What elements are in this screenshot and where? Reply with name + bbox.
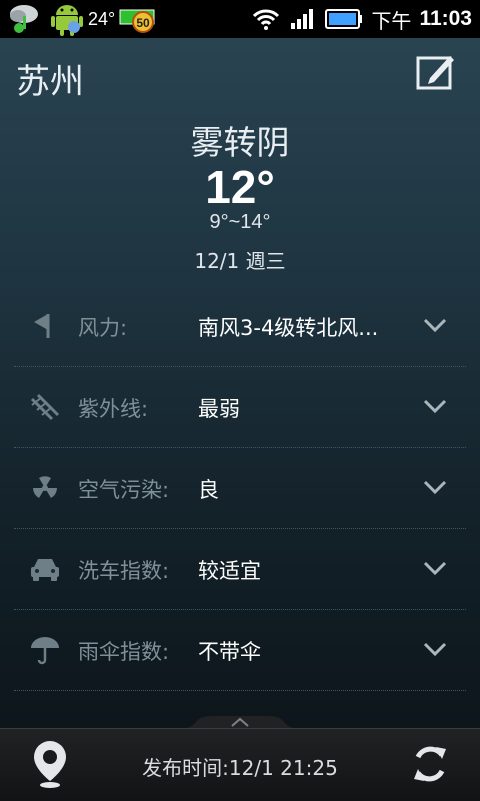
detail-value: 不带伞 bbox=[198, 640, 261, 664]
weather-app-notification-icon bbox=[10, 5, 38, 33]
bottom-bar: 发布时间:12/1 21:25 bbox=[0, 728, 480, 801]
uv-icon bbox=[30, 393, 60, 421]
wifi-icon bbox=[253, 9, 280, 30]
detail-label: 风力: bbox=[78, 316, 128, 340]
detail-value: 最弱 bbox=[198, 397, 240, 421]
current-temperature: 12° bbox=[205, 161, 275, 213]
chevron-down-icon[interactable] bbox=[422, 316, 448, 334]
umbrella-icon bbox=[31, 637, 59, 665]
status-period: 下午 bbox=[371, 8, 412, 33]
detail-row-wind[interactable]: 风力: 南风3-4级转北风... bbox=[14, 286, 466, 367]
detail-row-umbrella[interactable]: 雨伞指数: 不带伞 bbox=[14, 610, 466, 691]
edit-button[interactable] bbox=[416, 52, 456, 92]
wind-flag-icon bbox=[34, 314, 50, 338]
detail-label: 空气污染: bbox=[78, 478, 170, 502]
chevron-down-icon[interactable] bbox=[422, 640, 448, 658]
detail-value: 南风3-4级转北风... bbox=[198, 316, 379, 340]
detail-row-air-pollution[interactable]: 空气污染: 良 bbox=[14, 448, 466, 529]
battery-icon bbox=[325, 9, 363, 29]
battery-badge-icon: 50 bbox=[119, 9, 155, 33]
refresh-button[interactable] bbox=[410, 741, 450, 787]
android-icon bbox=[51, 5, 83, 36]
temperature-range: 9°~14° bbox=[209, 211, 271, 233]
detail-value: 较适宜 bbox=[198, 559, 261, 583]
chevron-down-icon[interactable] bbox=[422, 478, 448, 496]
status-bar: 24° 50 下午 11:03 bbox=[0, 0, 480, 38]
chevron-down-icon[interactable] bbox=[422, 559, 448, 577]
radiation-icon bbox=[33, 476, 57, 498]
detail-label: 雨伞指数: bbox=[78, 640, 170, 664]
edit-icon bbox=[416, 56, 454, 90]
status-temperature: 24° bbox=[88, 8, 116, 29]
chevron-down-icon[interactable] bbox=[422, 397, 448, 415]
weather-condition: 雾转阴 bbox=[190, 123, 290, 162]
detail-row-car-wash[interactable]: 洗车指数: 较适宜 bbox=[14, 529, 466, 610]
car-icon bbox=[31, 559, 59, 581]
forecast-date: 12/1 週三 bbox=[194, 249, 286, 273]
signal-icon bbox=[291, 9, 314, 29]
weather-details-list: 风力: 南风3-4级转北风... 紫外线: 最弱 空气污染: 良 洗车指数: 较… bbox=[14, 286, 466, 691]
detail-label: 紫外线: bbox=[78, 397, 149, 421]
battery-badge-text: 50 bbox=[137, 16, 151, 30]
publish-time: 发布时间:12/1 21:25 bbox=[142, 756, 338, 780]
status-time: 11:03 bbox=[419, 7, 472, 30]
detail-value: 良 bbox=[198, 478, 219, 502]
detail-label: 洗车指数: bbox=[78, 559, 170, 583]
refresh-icon bbox=[414, 746, 446, 782]
city-name[interactable]: 苏州 bbox=[16, 54, 84, 103]
detail-row-uv[interactable]: 紫外线: 最弱 bbox=[14, 367, 466, 448]
